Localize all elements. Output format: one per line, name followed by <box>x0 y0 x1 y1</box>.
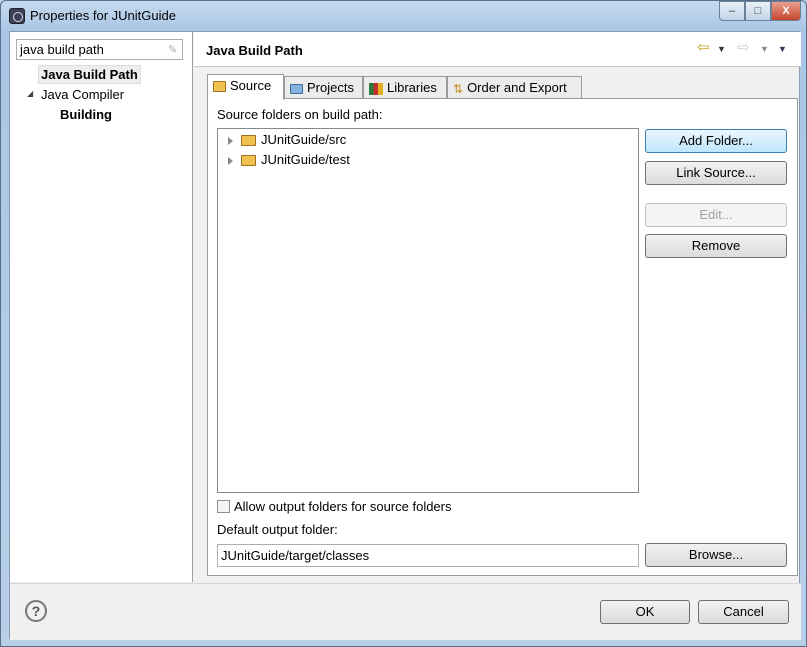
main-pane: Java Build Path ⇦ ▼ ⇨ ▼ ▼ Source Project… <box>194 32 801 582</box>
dialog-footer: ? OK Cancel <box>10 583 801 640</box>
expand-arrow-icon[interactable] <box>228 136 233 145</box>
sidebar: java build path ✎ Java Build Path ◢ Java… <box>10 32 193 582</box>
page-title: Java Build Path <box>206 43 303 58</box>
filter-input[interactable]: java build path <box>16 39 183 60</box>
tree-row[interactable]: JUnitGuide/src <box>228 132 346 147</box>
eclipse-app-icon <box>9 8 25 24</box>
window-frame: Properties for JUnitGuide – □ X java bui… <box>0 0 807 647</box>
maximize-button[interactable]: □ <box>745 1 771 21</box>
source-folder-tree[interactable]: JUnitGuide/src JUnitGuide/test <box>217 128 639 493</box>
expanded-triangle-icon[interactable]: ◢ <box>27 89 33 98</box>
ok-button[interactable]: OK <box>600 600 690 624</box>
order-arrows-icon: ⇅ <box>453 81 464 96</box>
remove-button[interactable]: Remove <box>645 234 787 258</box>
sidebar-item-java-build-path[interactable]: Java Build Path <box>38 65 141 84</box>
forward-arrow-icon[interactable]: ⇨ <box>737 38 750 56</box>
tree-row[interactable]: JUnitGuide/test <box>228 152 350 167</box>
tab-label: Projects <box>307 80 354 95</box>
window-title: Properties for JUnitGuide <box>30 8 176 23</box>
folder-label: JUnitGuide/src <box>261 132 347 147</box>
package-folder-icon <box>241 135 256 147</box>
expand-arrow-icon[interactable] <box>228 156 233 165</box>
dialog-client: java build path ✎ Java Build Path ◢ Java… <box>9 31 801 640</box>
sidebar-item-java-compiler[interactable]: Java Compiler <box>41 87 124 102</box>
tab-label: Order and Export <box>467 80 567 95</box>
add-folder-button[interactable]: Add Folder... <box>645 129 787 153</box>
allow-output-checkbox[interactable] <box>217 500 230 513</box>
tab-label: Source <box>230 78 272 93</box>
package-folder-icon <box>241 155 256 167</box>
close-button[interactable]: X <box>771 1 801 21</box>
library-books-icon <box>369 82 383 95</box>
browse-button[interactable]: Browse... <box>645 543 787 567</box>
default-output-label: Default output folder: <box>217 522 338 537</box>
source-folder-icon <box>213 81 226 93</box>
allow-output-label: Allow output folders for source folders <box>234 499 452 514</box>
clear-filter-icon[interactable]: ✎ <box>168 43 177 56</box>
tab-libraries[interactable]: Libraries <box>363 76 447 99</box>
project-folder-icon <box>290 83 303 94</box>
tab-order-and-export[interactable]: ⇅ Order and Export <box>447 76 582 99</box>
tab-label: Libraries <box>387 80 437 95</box>
cancel-button[interactable]: Cancel <box>698 600 789 624</box>
tab-source[interactable]: Source <box>207 74 284 100</box>
tab-projects[interactable]: Projects <box>284 76 363 99</box>
folder-label: JUnitGuide/test <box>261 152 350 167</box>
back-menu-icon[interactable]: ▼ <box>717 44 726 54</box>
page-header: Java Build Path ⇦ ▼ ⇨ ▼ ▼ <box>194 32 801 67</box>
minimize-button[interactable]: – <box>719 1 745 21</box>
link-source-button[interactable]: Link Source... <box>645 161 787 185</box>
source-folders-label: Source folders on build path: <box>217 107 383 122</box>
view-menu-icon[interactable]: ▼ <box>778 44 787 54</box>
back-arrow-icon[interactable]: ⇦ <box>697 38 710 56</box>
forward-menu-icon[interactable]: ▼ <box>760 44 769 54</box>
sidebar-item-building[interactable]: Building <box>60 107 112 122</box>
source-tab-panel: Source folders on build path: JUnitGuide… <box>207 98 798 576</box>
help-icon[interactable]: ? <box>25 600 47 622</box>
edit-button[interactable]: Edit... <box>645 203 787 227</box>
default-output-field[interactable]: JUnitGuide/target/classes <box>217 544 639 567</box>
